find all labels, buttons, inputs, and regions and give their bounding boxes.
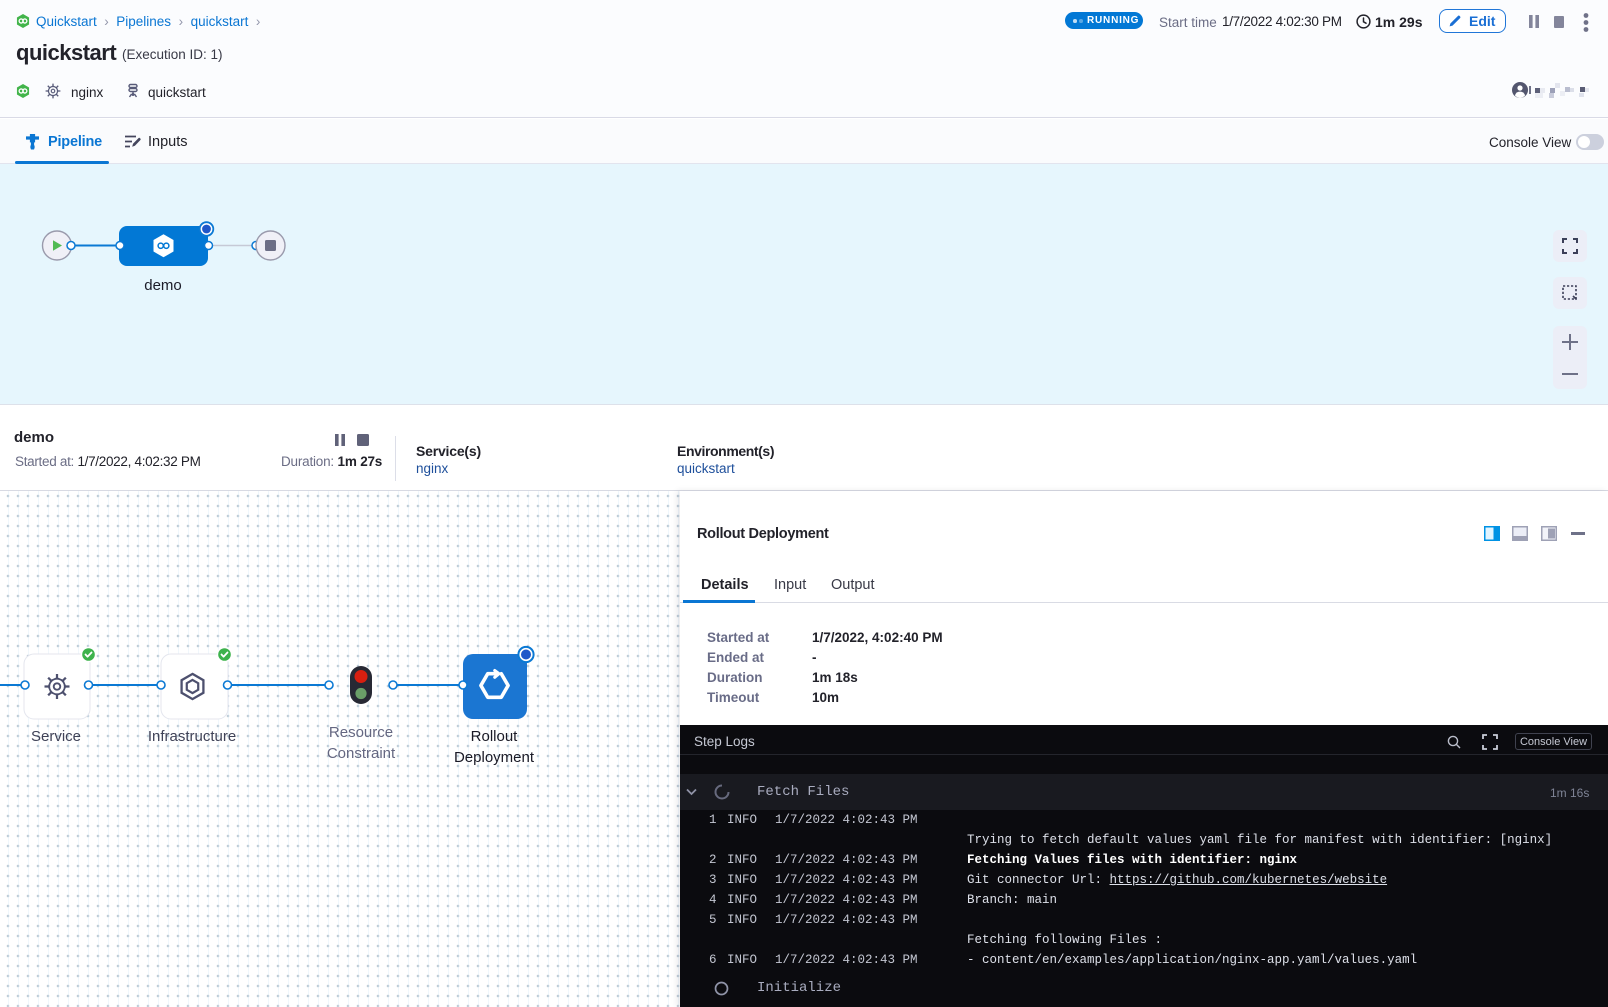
svg-text:Constraint: Constraint [327, 745, 396, 762]
svg-text:Infrastructure: Infrastructure [148, 728, 236, 745]
svg-text:Resource: Resource [329, 724, 393, 741]
svg-text:demo: demo [144, 277, 182, 294]
svg-text:Deployment: Deployment [454, 749, 535, 766]
svg-text:Service: Service [31, 728, 81, 745]
svg-text:Rollout: Rollout [471, 728, 519, 745]
